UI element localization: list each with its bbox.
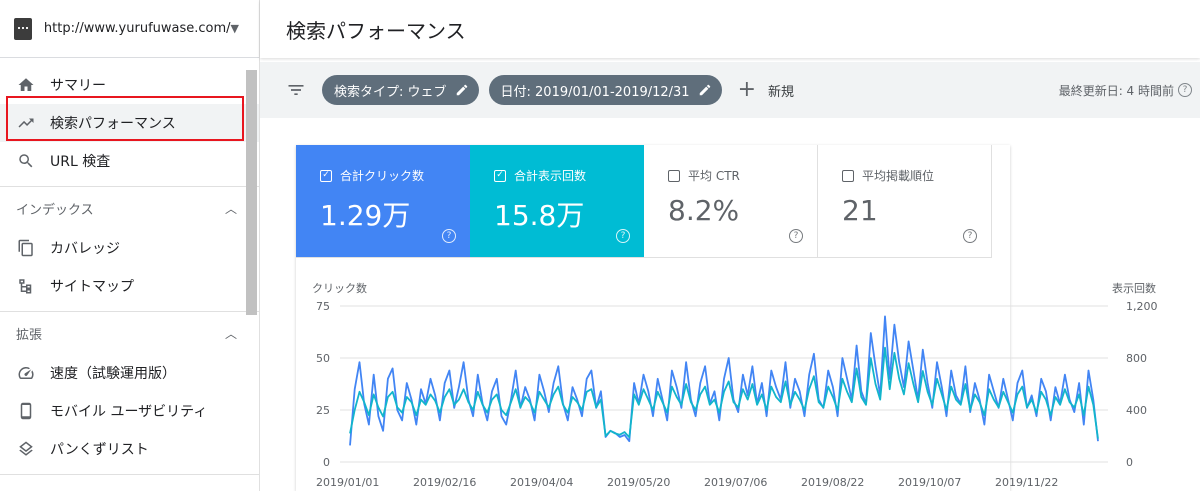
help-icon[interactable]: ? [442,229,456,243]
checkbox-unchecked-icon[interactable] [668,169,680,182]
chip-label: 日付: 2019/01/01-2019/12/31 [500,84,690,100]
add-filter-button[interactable]: + 新規 [738,79,794,101]
help-icon[interactable]: ? [616,229,630,243]
sidebar: http://www.yurufuwase.com/ ▼ サマリー 検索パフォー… [0,0,260,491]
metric-average-ctr[interactable]: 平均 CTR 8.2% ? [644,145,818,258]
home-icon [16,75,36,95]
last-updated-text: 最終更新日: 4 時間前 [1058,83,1174,98]
y-axis-left-title: クリック数 [312,282,367,295]
chevron-down-icon[interactable]: ▼ [231,22,239,35]
sidebar-scrollbar[interactable] [246,70,257,315]
sidebar-item-label: モバイル ユーザビリティ [50,404,208,420]
add-filter-label: 新規 [768,84,795,100]
metric-tabs: ✓ 合計クリック数 1.29万 ? ✓ 合計表示回数 15.8万 ? 平均 CTR … [296,145,1010,258]
chip-label: 検索タイプ: ウェブ [334,84,447,100]
x-tick: 2019/11/22 [995,476,1058,489]
sidebar-item-sitemap[interactable]: サイトマップ [0,267,259,305]
sidebar-item-label: サイトマップ [50,279,134,295]
x-tick: 2019/07/06 [704,476,767,489]
sidebar-item-label: URL 検査 [50,154,111,170]
pencil-icon[interactable] [455,83,469,97]
metric-label: 平均 CTR [688,169,740,183]
metric-value: 21 [842,194,878,227]
chart-svg: クリック数 表示回数 75 1,200 50 800 25 400 0 0 2019/01/01 20… [312,281,1158,489]
y-axis-right-title: 表示回数 [1112,281,1156,295]
metric-value: 15.8万 [494,199,585,232]
divider [0,474,259,475]
sidebar-item-label: サマリー [50,78,106,94]
x-tick: 2019/01/01 [316,476,379,489]
y-tick-right: 400 [1126,404,1147,417]
metric-value: 8.2% [668,194,740,227]
x-tick: 2019/05/20 [607,476,670,489]
section-header-index[interactable]: インデックス ︿ [0,187,259,229]
x-tick: 2019/10/07 [898,476,961,489]
sidebar-item-coverage[interactable]: カバレッジ [0,229,259,267]
sidebar-item-breadcrumbs[interactable]: パンくずリスト [0,430,259,468]
sitemap-icon [16,276,36,296]
sidebar-item-label: カバレッジ [50,241,120,257]
last-updated: 最終更新日: 4 時間前 ? [1059,82,1192,99]
section-header-enhancements[interactable]: 拡張 ︿ [0,312,259,354]
filter-bar: 検索タイプ: ウェブ 日付: 2019/01/01-2019/12/31 + 新… [260,62,1200,118]
x-tick: 2019/02/16 [413,476,476,489]
sidebar-item-speed[interactable]: 速度（試験運用版） [0,354,259,392]
y-tick-left: 50 [316,352,330,365]
help-icon[interactable]: ? [789,229,803,243]
metric-average-position[interactable]: 平均掲載順位 21 ? [818,145,992,258]
phone-icon [16,401,36,421]
y-tick-left: 25 [316,404,330,417]
y-tick-right: 800 [1126,352,1147,365]
sidebar-item-label: 速度（試験運用版） [50,366,176,382]
y-tick-left: 75 [316,300,330,313]
sidebar-item-mobile-usability[interactable]: モバイル ユーザビリティ [0,392,259,430]
filter-chip-date[interactable]: 日付: 2019/01/01-2019/12/31 [488,75,722,105]
series-line-impressions [349,346,1099,439]
x-tick: 2019/04/04 [510,476,573,489]
y-tick-right: 1,200 [1126,300,1158,313]
site-favicon-icon [14,17,32,40]
filter-list-icon[interactable] [284,78,308,102]
metric-value: 1.29万 [320,199,411,232]
series-line-clicks [349,315,1099,446]
y-tick-left: 0 [323,456,330,469]
metric-total-clicks[interactable]: ✓ 合計クリック数 1.29万 ? [296,145,470,258]
search-icon [16,151,36,171]
sidebar-item-url-inspection[interactable]: URL 検査 [0,142,259,180]
metric-label: 合計表示回数 [514,169,587,183]
metric-label: 平均掲載順位 [862,169,935,183]
property-selector[interactable]: http://www.yurufuwase.com/ ▼ [0,0,259,58]
chevron-up-icon[interactable]: ︿ [225,200,237,217]
chevron-up-icon[interactable]: ︿ [225,325,237,342]
performance-chart: クリック数 表示回数 75 1,200 50 800 25 400 0 0 2019/01/01 20… [296,270,1196,491]
filter-chip-search-type[interactable]: 検索タイプ: ウェブ [322,75,479,105]
sidebar-item-label: パンくずリスト [50,442,149,458]
y-tick-right: 0 [1126,456,1133,469]
copy-icon [16,238,36,258]
checkbox-checked-icon[interactable]: ✓ [320,169,332,182]
help-icon[interactable]: ? [963,229,977,243]
layers-icon [16,439,36,459]
pencil-icon[interactable] [698,83,712,97]
help-icon[interactable]: ? [1178,83,1192,97]
checkbox-checked-icon[interactable]: ✓ [494,169,506,182]
page-title: 検索パフォーマンス [286,18,466,43]
property-url: http://www.yurufuwase.com/ [43,21,231,36]
metric-total-impressions[interactable]: ✓ 合計表示回数 15.8万 ? [470,145,644,258]
checkbox-unchecked-icon[interactable] [842,169,854,182]
page-header: 検索パフォーマンス [260,0,1200,58]
x-tick: 2019/08/22 [801,476,864,489]
highlight-annotation [6,96,244,141]
metric-label: 合計クリック数 [340,169,425,183]
section-title: 拡張 [16,327,43,343]
metric-spacer [992,145,1010,258]
plus-icon: + [737,77,757,102]
section-title: インデックス [16,202,94,218]
speed-icon [16,363,36,383]
